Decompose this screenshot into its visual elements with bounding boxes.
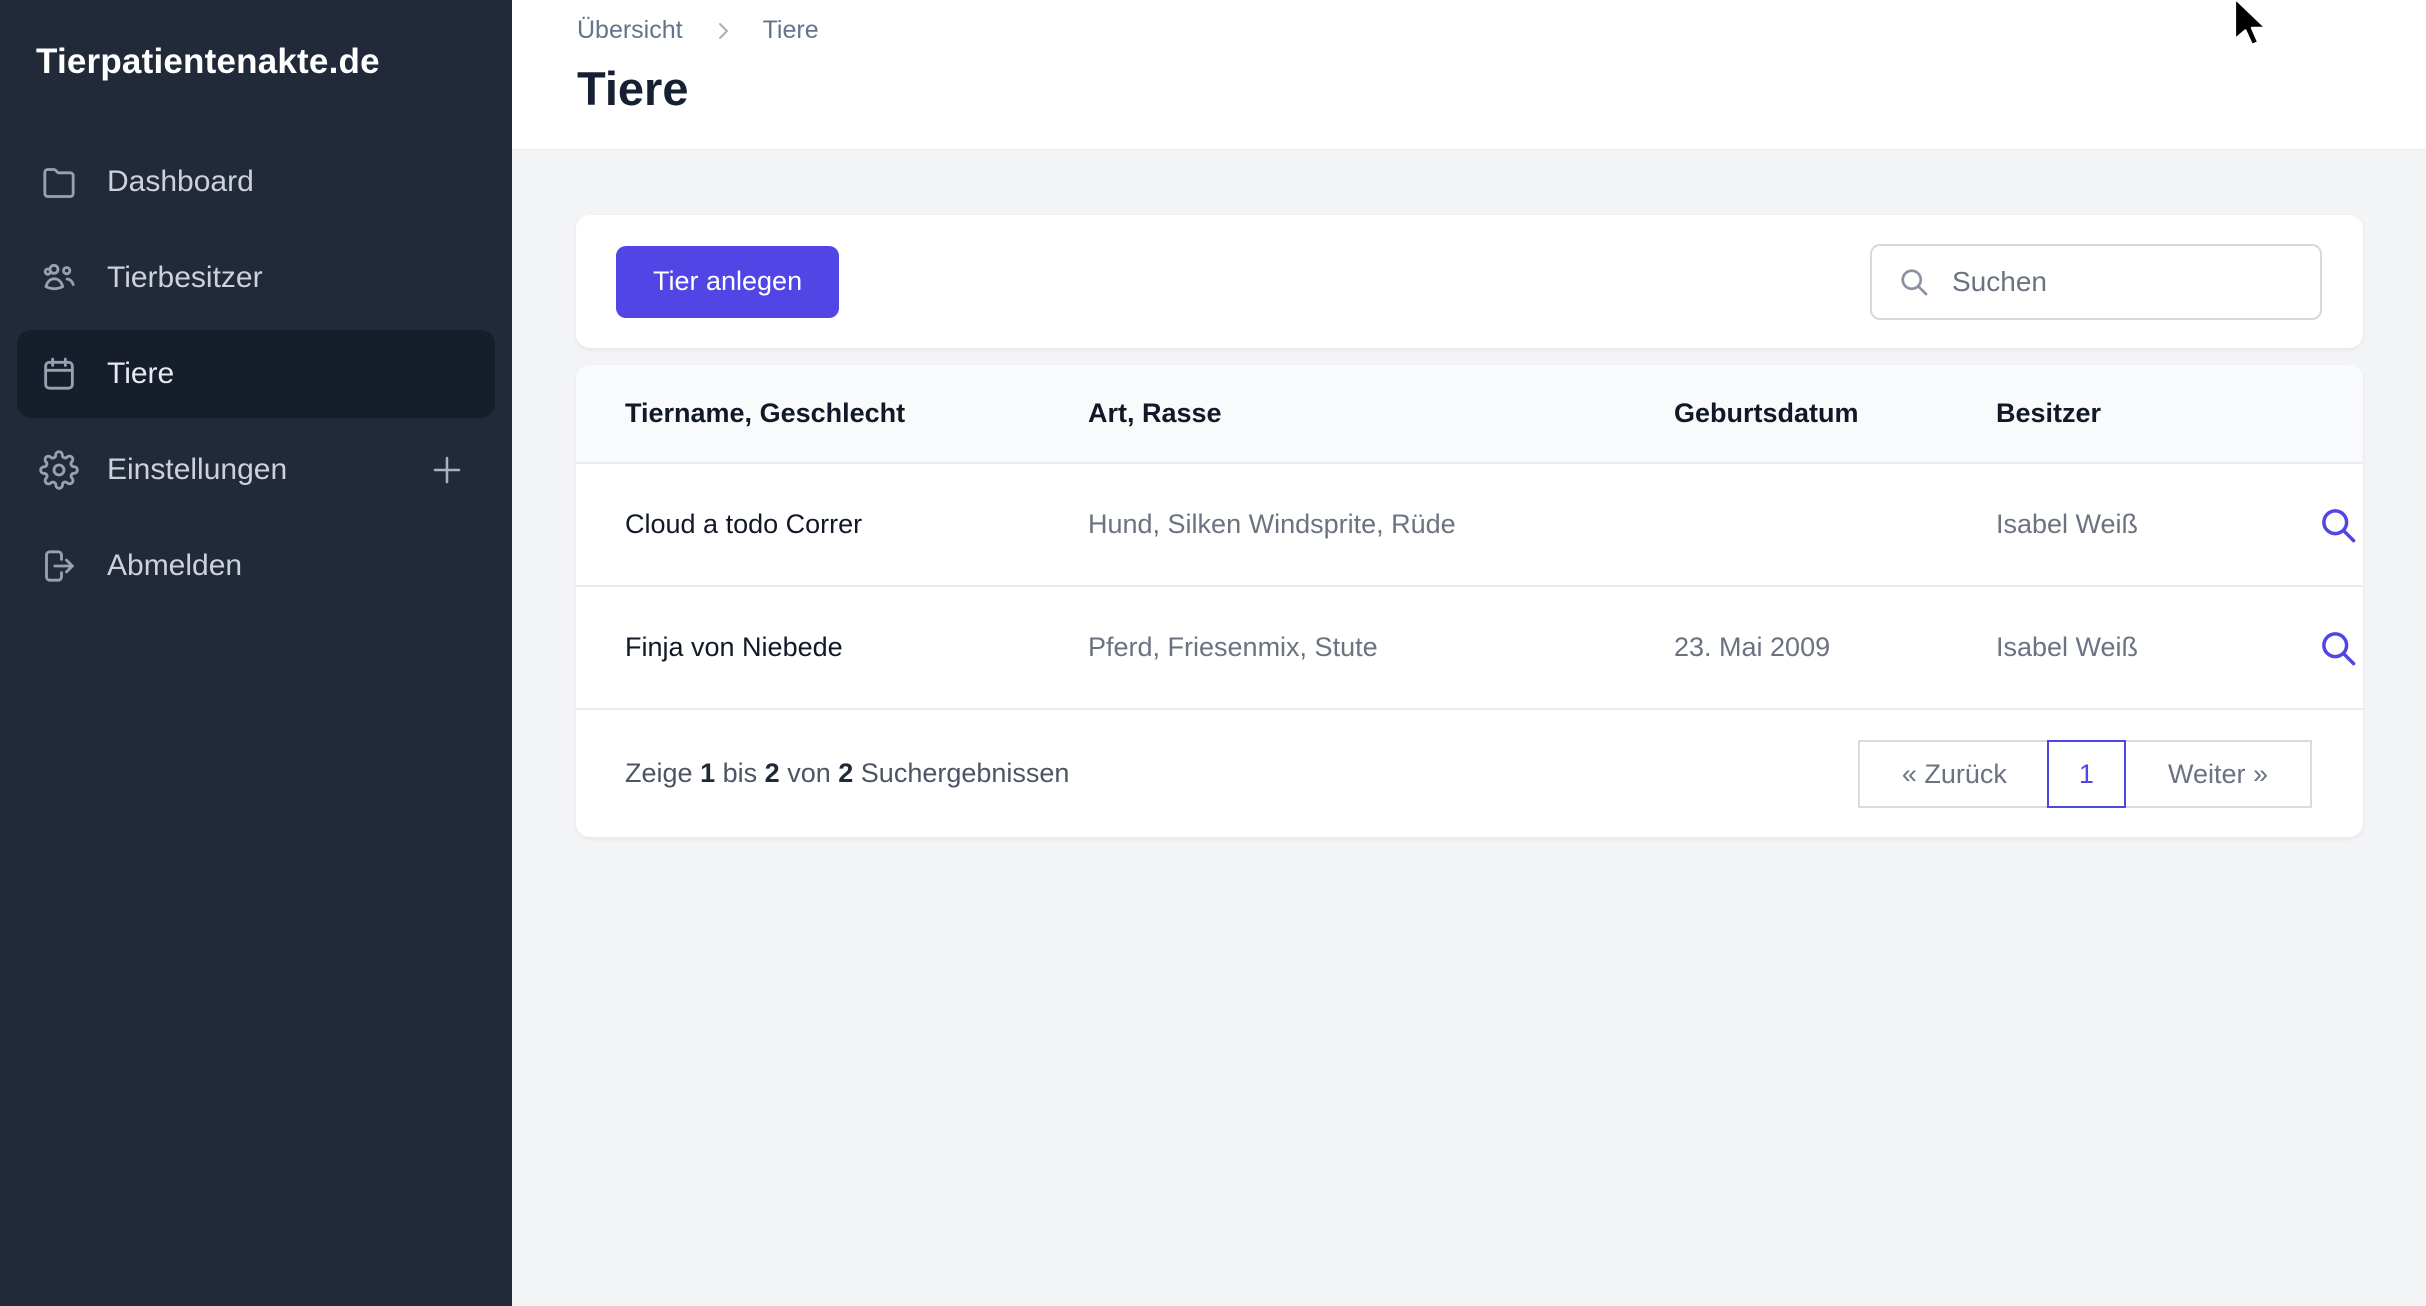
cell-geburtsdatum: 23. Mai 2009: [1674, 632, 1831, 662]
result-from: 1: [700, 758, 716, 788]
page-header: Übersicht Tiere Tiere: [512, 0, 2426, 150]
animals-table-card: Tiername, Geschlecht Art, Rasse Geburtsd…: [576, 365, 2363, 837]
sidebar-item-abmelden[interactable]: Abmelden: [17, 522, 495, 610]
cell-besitzer: Isabel Weiß: [1996, 632, 2139, 662]
sidebar-nav: Dashboard Tierbesitzer Tiere Einstellung…: [0, 138, 512, 610]
table-row: Finja von Niebede Pferd, Friesenmix, Stu…: [576, 587, 2363, 710]
result-total: 2: [838, 758, 854, 788]
folder-icon: [39, 162, 79, 202]
results-summary: Zeige 1 bis 2 von 2 Suchergebnissen: [625, 758, 1070, 788]
sidebar-item-label: Abmelden: [107, 549, 243, 582]
column-header-tiername: Tiername, Geschlecht: [625, 398, 906, 428]
sidebar-item-label: Tiere: [107, 357, 175, 390]
main-area: Übersicht Tiere Tiere Tier anlegen Suche…: [512, 0, 2426, 1306]
sidebar-item-label: Einstellungen: [107, 453, 288, 486]
sidebar-item-tiere[interactable]: Tiere: [17, 330, 495, 418]
content: Tier anlegen Tiername, Geschlecht Art, R…: [512, 150, 2426, 837]
brand-logo: Tierpatientenakte.de: [36, 42, 380, 81]
sidebar-item-einstellungen[interactable]: Einstellungen: [17, 426, 495, 514]
view-animal-button[interactable]: [2316, 626, 2360, 670]
cell-besitzer: Isabel Weiß: [1996, 509, 2139, 539]
sidebar: Tierpatientenakte.de Dashboard Tierbesit…: [0, 0, 512, 1306]
pagination-page-1[interactable]: 1: [2046, 739, 2126, 808]
column-header-art-rasse: Art, Rasse: [1088, 398, 1222, 428]
pagination-prev-button[interactable]: « Zurück: [1859, 741, 2049, 806]
table-header-row: Tiername, Geschlecht Art, Rasse Geburtsd…: [576, 365, 2363, 464]
breadcrumb-tiere[interactable]: Tiere: [763, 16, 819, 45]
plus-icon[interactable]: [429, 452, 465, 488]
magnifier-icon: [2316, 503, 2360, 547]
cell-tiername: Finja von Niebede: [625, 632, 843, 662]
search-icon: [1896, 264, 1932, 300]
view-animal-button[interactable]: [2316, 503, 2360, 547]
table-row: Cloud a todo Correr Hund, Silken Windspr…: [576, 464, 2363, 587]
column-header-besitzer: Besitzer: [1996, 398, 2102, 428]
calendar-icon: [39, 354, 79, 394]
search-input[interactable]: [1950, 264, 2300, 299]
cell-tiername: Cloud a todo Correr: [625, 509, 863, 539]
users-icon: [39, 258, 79, 298]
breadcrumb-uebersicht[interactable]: Übersicht: [577, 16, 683, 45]
cell-art-rasse: Hund, Silken Windsprite, Rüde: [1088, 509, 1456, 539]
sidebar-item-label: Dashboard: [107, 165, 254, 198]
chevron-right-icon: [711, 19, 735, 43]
page-title: Tiere: [577, 62, 689, 115]
create-animal-button[interactable]: Tier anlegen: [616, 245, 840, 318]
cell-art-rasse: Pferd, Friesenmix, Stute: [1088, 632, 1378, 662]
logout-icon: [39, 546, 79, 586]
toolbar-card: Tier anlegen: [576, 215, 2363, 348]
gear-icon: [39, 450, 79, 490]
breadcrumb: Übersicht Tiere: [577, 16, 2426, 45]
app-window: Tierpatientenakte.de Dashboard Tierbesit…: [0, 0, 2426, 1306]
pagination: « Zurück 1 Weiter »: [1857, 739, 2312, 808]
sidebar-item-dashboard[interactable]: Dashboard: [17, 138, 495, 226]
table-footer: Zeige 1 bis 2 von 2 Suchergebnissen « Zu…: [576, 710, 2363, 837]
magnifier-icon: [2316, 626, 2360, 670]
search-box[interactable]: [1870, 243, 2322, 320]
column-header-geburtsdatum: Geburtsdatum: [1674, 398, 1859, 428]
sidebar-item-label: Tierbesitzer: [107, 261, 263, 294]
sidebar-item-tierbesitzer[interactable]: Tierbesitzer: [17, 234, 495, 322]
pagination-next-button[interactable]: Weiter »: [2123, 741, 2310, 806]
result-to: 2: [764, 758, 780, 788]
